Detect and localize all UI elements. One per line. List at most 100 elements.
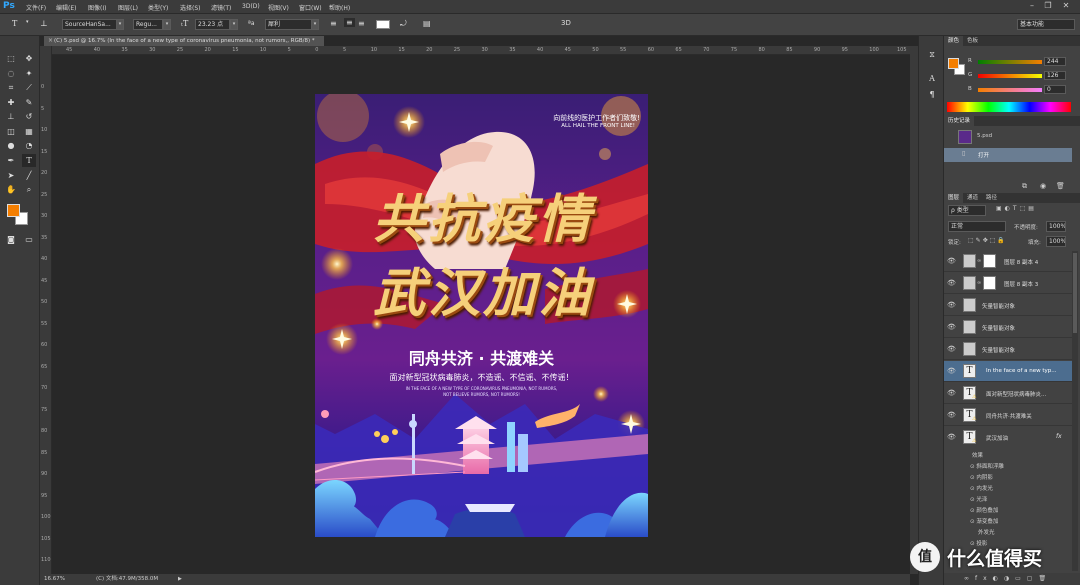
font-style-select[interactable]: Regu... bbox=[133, 19, 163, 30]
3d-mode-button[interactable]: 3D bbox=[561, 19, 571, 27]
layer-row-selected[interactable]: 👁 T In the face of a new typ... bbox=[944, 361, 1072, 382]
menu-edit[interactable]: 编辑(E) bbox=[56, 3, 76, 12]
visibility-eye-icon[interactable]: 👁 bbox=[947, 257, 956, 265]
layer-filter-select[interactable]: ρ 类型 bbox=[948, 205, 986, 216]
font-style-dropdown[interactable]: ▾ bbox=[163, 19, 171, 30]
clone-stamp-icon[interactable]: ⊥ bbox=[4, 110, 18, 123]
type-tool-icon[interactable]: T bbox=[22, 154, 36, 167]
font-size-dropdown[interactable]: ▾ bbox=[230, 19, 238, 30]
menu-3d[interactable]: 3D(D) bbox=[242, 3, 260, 10]
healing-brush-icon[interactable]: ✚ bbox=[4, 96, 18, 109]
effect-item[interactable]: ⊙ 内发光 bbox=[970, 484, 993, 492]
line-tool-icon[interactable]: ╱ bbox=[22, 169, 36, 182]
hand-icon[interactable]: ✋ bbox=[4, 183, 18, 196]
lock-icons[interactable]: ⬚✎✥⬚🔒 bbox=[968, 237, 1007, 244]
effect-item[interactable]: ⊙ 斜面和浮雕 bbox=[970, 462, 1004, 470]
magic-wand-icon[interactable]: ✦ bbox=[22, 67, 36, 80]
chevron-down-icon[interactable]: ▾ bbox=[26, 19, 29, 25]
eraser-icon[interactable]: ◫ bbox=[4, 125, 18, 138]
menu-select[interactable]: 选择(S) bbox=[180, 3, 201, 12]
g-value[interactable]: 126 bbox=[1044, 71, 1066, 80]
blur-icon[interactable]: ● bbox=[4, 139, 18, 152]
layers-scrollbar[interactable] bbox=[1072, 251, 1078, 571]
layer-row[interactable]: 👁 T ⚠ 面对新型冠状病毒肺炎... bbox=[944, 383, 1072, 404]
menu-file[interactable]: 文件(F) bbox=[26, 3, 46, 12]
menu-type[interactable]: 类型(Y) bbox=[148, 3, 168, 12]
text-tool-preset-icon[interactable]: T bbox=[12, 19, 17, 28]
dodge-icon[interactable]: ◔ bbox=[22, 139, 36, 152]
trash-icon[interactable]: 🗑 bbox=[1056, 182, 1065, 190]
close-window-button[interactable]: ✕ bbox=[1060, 1, 1072, 12]
effect-item[interactable]: ⊙ 颜色叠加 bbox=[970, 506, 998, 514]
eyedropper-icon[interactable]: ⟋ bbox=[22, 81, 36, 94]
text-orientation-icon[interactable]: ⊥ bbox=[40, 19, 48, 28]
text-color-swatch[interactable] bbox=[376, 20, 390, 29]
layer-row[interactable]: 👁 T ⚠ 同舟共济·共渡难关 bbox=[944, 405, 1072, 426]
restore-button[interactable]: ❐ bbox=[1042, 1, 1054, 12]
blend-mode-select[interactable]: 正常 bbox=[948, 221, 1006, 232]
effect-item[interactable]: ⊙ 内阴影 bbox=[970, 473, 993, 481]
workspace-select[interactable]: 基本功能 bbox=[1017, 19, 1075, 30]
character-panel-icon[interactable]: A bbox=[925, 72, 939, 85]
align-left-icon[interactable]: ≡ bbox=[330, 19, 337, 28]
r-value[interactable]: 244 bbox=[1044, 57, 1066, 66]
menu-filter[interactable]: 滤镜(T) bbox=[211, 3, 231, 12]
visibility-eye-icon[interactable]: 👁 bbox=[947, 345, 956, 353]
layer-filter-icons[interactable]: ▣◐T⬚▤ bbox=[996, 205, 1037, 212]
zoom-icon[interactable]: ⌕ bbox=[22, 183, 36, 196]
pen-icon[interactable]: ✒ bbox=[4, 154, 18, 167]
visibility-eye-icon[interactable]: 👁 bbox=[947, 433, 956, 441]
history-snapshot[interactable]: 5.psd bbox=[944, 128, 1072, 146]
layer-row[interactable]: 👁 ∞ 图层 8 副本 3 bbox=[944, 273, 1072, 294]
marquee-icon[interactable]: ⬚ bbox=[4, 52, 18, 65]
font-family-dropdown[interactable]: ▾ bbox=[116, 19, 124, 30]
tab-history[interactable]: 历史记录 bbox=[944, 116, 975, 126]
font-family-select[interactable]: SourceHanSa... bbox=[62, 19, 117, 30]
menu-help[interactable]: 帮助(H) bbox=[329, 3, 350, 12]
g-slider[interactable] bbox=[978, 74, 1042, 78]
tab-swatches[interactable]: 色板 bbox=[963, 36, 982, 46]
effect-item[interactable]: 外发光 bbox=[978, 528, 995, 536]
align-center-icon[interactable]: ≡ bbox=[344, 18, 355, 27]
fill-field[interactable]: 100% bbox=[1046, 236, 1066, 247]
r-slider[interactable] bbox=[978, 60, 1042, 64]
history-panel-icon[interactable]: ⧖ bbox=[925, 48, 939, 61]
screen-mode-icon[interactable]: ▭ bbox=[22, 233, 36, 246]
menu-view[interactable]: 视图(V) bbox=[268, 3, 289, 12]
b-slider[interactable] bbox=[978, 88, 1042, 92]
status-arrow-icon[interactable]: ▶ bbox=[178, 574, 182, 585]
fx-badge[interactable]: fx bbox=[1056, 433, 1062, 440]
layer-row[interactable]: 👁 矢量智能对象 bbox=[944, 339, 1072, 360]
history-item-open[interactable]: ▯ 打开 bbox=[944, 148, 1072, 162]
tab-paths[interactable]: 路径 bbox=[982, 193, 1001, 203]
path-select-icon[interactable]: ➤ bbox=[4, 169, 18, 182]
color-panel-fg-swatch[interactable] bbox=[948, 58, 959, 69]
effect-item[interactable]: ⊙ 渐变叠加 bbox=[970, 517, 998, 525]
font-size-field[interactable]: 23.23 点 bbox=[195, 19, 230, 30]
poster-canvas[interactable]: 向前线的医护工作者们致敬! ALL HAIL THE FRONT LINE! 共… bbox=[315, 94, 648, 537]
character-panel-icon[interactable]: ▤ bbox=[423, 19, 431, 28]
new-document-from-state-icon[interactable]: ⧉ bbox=[1022, 182, 1027, 191]
layer-row[interactable]: 👁 ∞ 图层 8 副本 4 bbox=[944, 251, 1072, 272]
camera-icon[interactable]: ◉ bbox=[1040, 182, 1046, 190]
close-document-icon[interactable]: × bbox=[48, 37, 53, 44]
quick-mask-icon[interactable]: ◙ bbox=[4, 233, 18, 246]
align-right-icon[interactable]: ≡ bbox=[358, 19, 365, 28]
vertical-scrollbar[interactable] bbox=[910, 46, 918, 574]
crop-icon[interactable]: ⌗ bbox=[4, 81, 18, 94]
tab-channels[interactable]: 通道 bbox=[963, 193, 982, 203]
paragraph-panel-icon[interactable]: ¶ bbox=[925, 88, 939, 101]
opacity-field[interactable]: 100% bbox=[1046, 221, 1066, 232]
minimize-button[interactable]: – bbox=[1026, 1, 1038, 12]
effect-item[interactable]: ⊙ 光泽 bbox=[970, 495, 987, 503]
visibility-eye-icon[interactable]: 👁 bbox=[947, 279, 956, 287]
move-icon[interactable]: ✥ bbox=[22, 52, 36, 65]
visibility-eye-icon[interactable]: 👁 bbox=[947, 301, 956, 309]
visibility-eye-icon[interactable]: 👁 bbox=[947, 389, 956, 397]
b-value[interactable]: 0 bbox=[1044, 85, 1066, 94]
tab-layers[interactable]: 图层 bbox=[944, 193, 964, 203]
layer-row[interactable]: 👁 矢量智能对象 bbox=[944, 317, 1072, 338]
gradient-icon[interactable]: ▦ bbox=[22, 125, 36, 138]
layers-panel-footer-icons[interactable]: ∞fx◐◑▭▢🗑 bbox=[944, 573, 1080, 585]
visibility-eye-icon[interactable]: 👁 bbox=[947, 367, 956, 375]
